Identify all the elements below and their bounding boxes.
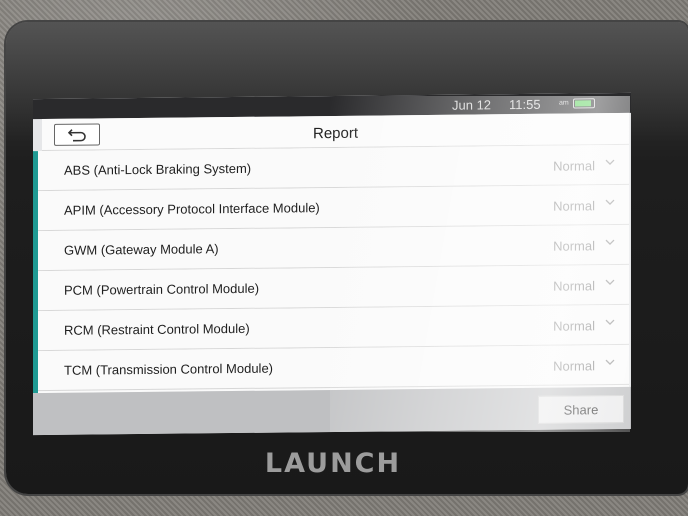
module-row-abs[interactable]: ABS (Anti-Lock Braking System) Normal xyxy=(38,144,629,192)
module-status: Normal xyxy=(553,278,595,294)
footer-bar: Share xyxy=(33,386,631,436)
device-screen: Jun 12 11:55 am Report ABS (Anti-Lock Br… xyxy=(33,92,631,436)
chevron-down-icon[interactable] xyxy=(605,237,615,247)
module-row-apim[interactable]: APIM (Accessory Protocol Interface Modul… xyxy=(38,184,629,232)
module-row-rcm[interactable]: RCM (Restraint Control Module) Normal xyxy=(38,304,629,352)
module-status: Normal xyxy=(553,198,595,214)
device-brand-logo: LAUNCH xyxy=(264,448,402,479)
status-date: Jun 12 xyxy=(452,97,492,113)
module-name: APIM (Accessory Protocol Interface Modul… xyxy=(64,200,320,218)
module-name: GWM (Gateway Module A) xyxy=(64,241,219,258)
module-status: Normal xyxy=(553,358,595,374)
module-list: ABS (Anti-Lock Braking System) Normal AP… xyxy=(33,144,629,394)
module-row-gwm[interactable]: GWM (Gateway Module A) Normal xyxy=(38,224,629,272)
module-name: ABS (Anti-Lock Braking System) xyxy=(64,160,252,178)
share-button[interactable]: Share xyxy=(538,394,624,424)
module-row-pcm[interactable]: PCM (Powertrain Control Module) Normal xyxy=(38,264,629,312)
page-title: Report xyxy=(312,124,359,143)
chevron-down-icon[interactable] xyxy=(605,197,615,207)
status-time: 11:55 xyxy=(509,96,541,113)
module-status: Normal xyxy=(553,238,595,254)
chevron-down-icon[interactable] xyxy=(605,157,615,167)
module-status: Normal xyxy=(553,318,595,334)
chevron-down-icon[interactable] xyxy=(605,317,615,327)
module-row-tcm[interactable]: TCM (Transmission Control Module) Normal xyxy=(38,344,629,392)
module-name: PCM (Powertrain Control Module) xyxy=(64,280,260,298)
battery-icon xyxy=(573,98,595,109)
module-status: Normal xyxy=(553,158,595,174)
module-name: RCM (Restraint Control Module) xyxy=(64,320,250,338)
chevron-down-icon[interactable] xyxy=(605,277,615,287)
chevron-down-icon[interactable] xyxy=(605,357,615,367)
status-ampm: am xyxy=(559,99,569,107)
module-name: TCM (Transmission Control Module) xyxy=(64,360,274,378)
